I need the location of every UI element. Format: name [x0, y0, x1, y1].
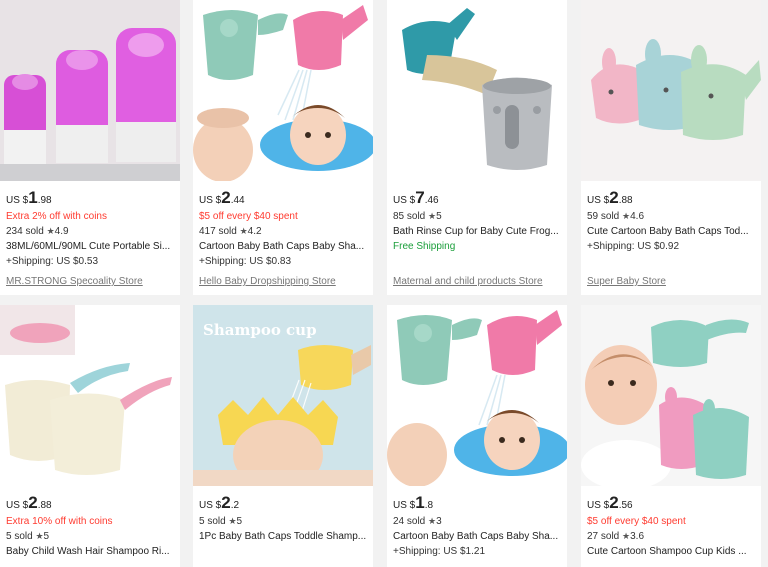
product-title[interactable]: Cartoon Baby Bath Caps Baby Sha...: [393, 529, 561, 544]
store-link[interactable]: Hello Baby Dropshipping Store: [199, 276, 367, 287]
sold-rating: 59 sold ★4.6: [587, 211, 645, 222]
sold-rating: 24 sold ★3: [393, 516, 442, 527]
star-icon: ★: [46, 226, 55, 236]
product-title[interactable]: Baby Child Wash Hair Shampoo Ri...: [6, 544, 174, 559]
product-title[interactable]: Cute Cartoon Shampoo Cup Kids ...: [587, 544, 755, 559]
sold-rating: 417 sold ★4.2: [199, 226, 262, 237]
product-image[interactable]: [0, 305, 180, 486]
product-image[interactable]: [0, 0, 180, 181]
sold-rating: 27 sold ★3.6: [587, 531, 645, 542]
product-title[interactable]: 1Pc Baby Bath Caps Toddle Shamp...: [199, 529, 367, 544]
star-icon: ★: [228, 516, 237, 526]
price: US $2.2: [199, 493, 240, 512]
star-icon: ★: [622, 531, 631, 541]
product-card[interactable]: US $7.46 85 sold ★5 Bath Rinse Cup for B…: [387, 0, 567, 295]
shipping-text: +Shipping: US $0.92: [587, 241, 680, 252]
sold-rating: 234 sold ★4.9: [6, 226, 69, 237]
star-icon: ★: [428, 516, 437, 526]
store-link[interactable]: Super Baby Store: [587, 276, 755, 287]
product-card[interactable]: US $2.56 $5 off every $40 spent 27 sold …: [581, 305, 761, 567]
product-image[interactable]: [581, 0, 761, 181]
star-icon: ★: [428, 211, 437, 221]
product-card[interactable]: US $1.8 24 sold ★3 Cartoon Baby Bath Cap…: [387, 305, 567, 567]
promo-text: Extra 2% off with coins: [6, 211, 107, 222]
product-title[interactable]: Bath Rinse Cup for Baby Cute Frog...: [393, 224, 561, 239]
product-image[interactable]: [387, 0, 567, 181]
price: US $2.56: [587, 493, 633, 512]
shipping-text: +Shipping: US $0.53: [6, 256, 99, 267]
product-image[interactable]: [581, 305, 761, 486]
price: US $1.98: [6, 188, 52, 207]
product-title[interactable]: Cartoon Baby Bath Caps Baby Sha...: [199, 239, 367, 254]
star-icon: ★: [35, 531, 44, 541]
store-link[interactable]: MR.STRONG Specoality Store: [6, 276, 174, 287]
price: US $2.88: [587, 188, 633, 207]
promo-text: $5 off every $40 spent: [587, 516, 686, 527]
product-card[interactable]: Shampoo cup US $2.2 5 sold ★5 1Pc Baby B…: [193, 305, 373, 567]
product-title[interactable]: 38ML/60ML/90ML Cute Portable Si...: [6, 239, 174, 254]
sold-rating: 5 sold ★5: [6, 531, 50, 542]
product-image[interactable]: Shampoo cup: [193, 305, 373, 486]
price: US $1.8: [393, 493, 434, 512]
image-caption: Shampoo cup: [203, 321, 317, 339]
product-title[interactable]: Cute Cartoon Baby Bath Caps Tod...: [587, 224, 755, 239]
price: US $2.88: [6, 493, 52, 512]
product-card[interactable]: US $1.98 Extra 2% off with coins 234 sol…: [0, 0, 180, 295]
product-grid: US $1.98 Extra 2% off with coins 234 sol…: [0, 0, 768, 567]
shipping-text: Free Shipping: [393, 241, 456, 252]
product-card[interactable]: US $2.44 $5 off every $40 spent 417 sold…: [193, 0, 373, 295]
sold-rating: 85 sold ★5: [393, 211, 442, 222]
product-image[interactable]: [387, 305, 567, 486]
star-icon: ★: [622, 211, 631, 221]
price: US $2.44: [199, 188, 245, 207]
shipping-text: +Shipping: US $1.21: [393, 546, 486, 557]
sold-rating: 5 sold ★5: [199, 516, 243, 527]
product-card[interactable]: US $2.88 Extra 10% off with coins 5 sold…: [0, 305, 180, 567]
promo-text: $5 off every $40 spent: [199, 211, 298, 222]
star-icon: ★: [239, 226, 248, 236]
product-image[interactable]: [193, 0, 373, 181]
product-card[interactable]: US $2.88 59 sold ★4.6 Cute Cartoon Baby …: [581, 0, 761, 295]
shipping-text: +Shipping: US $0.83: [199, 256, 292, 267]
price: US $7.46: [393, 188, 439, 207]
promo-text: Extra 10% off with coins: [6, 516, 113, 527]
store-link[interactable]: Maternal and child products Store: [393, 276, 561, 287]
